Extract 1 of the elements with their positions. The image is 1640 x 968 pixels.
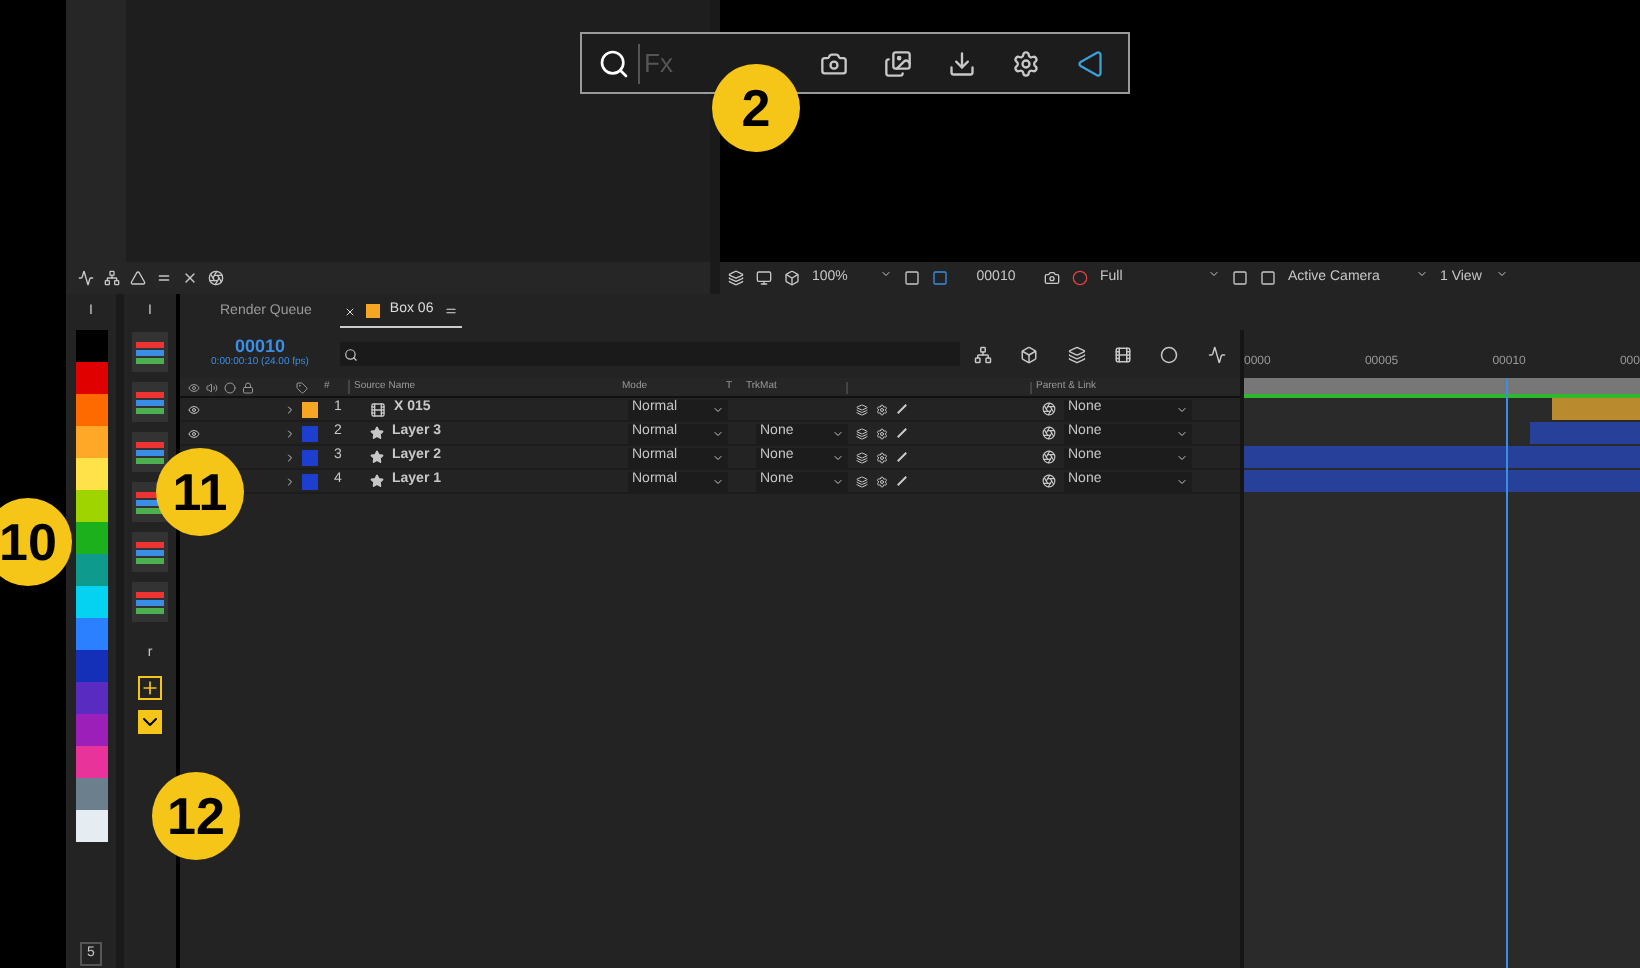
callout-number: 10 — [0, 498, 72, 586]
